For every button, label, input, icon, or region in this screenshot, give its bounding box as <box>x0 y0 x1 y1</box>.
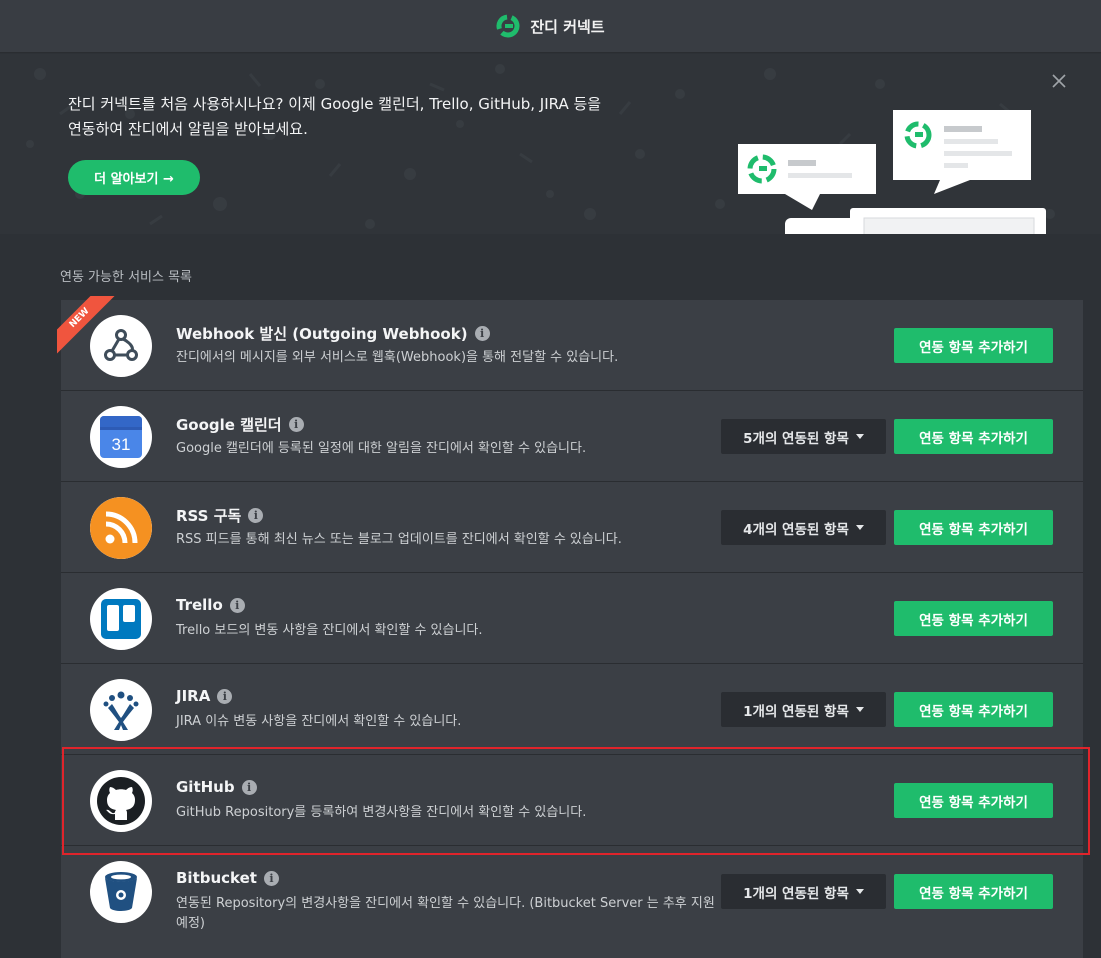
banner-message-line2: 연동하여 잔디에서 알림을 받아보세요. <box>68 120 308 138</box>
service-row-google-calendar: 31 Google 캘린더 i Google 캘린더에 등록된 일정에 대한 알… <box>61 391 1083 482</box>
banner-message: 잔디 커넥트를 처음 사용하시나요? 이제 Google 캘린더, Trello… <box>68 92 688 142</box>
service-name-text: RSS 구독 <box>176 507 242 525</box>
add-integration-button[interactable]: 연동 항목 추가하기 <box>894 601 1053 636</box>
service-description: Google 캘린더에 등록된 일정에 대한 알림을 잔디에서 확인할 수 있습… <box>176 441 587 456</box>
section-title: 연동 가능한 서비스 목록 <box>60 270 192 285</box>
google-calendar-day: 31 <box>112 435 131 454</box>
chevron-down-icon <box>855 525 864 530</box>
top-bar: 잔디 커넥트 <box>0 0 1101 53</box>
service-name: Trello i <box>176 596 245 614</box>
linked-items-label: 1개의 연동된 항목 <box>743 885 849 902</box>
service-name: Google 캘린더 i <box>176 414 304 435</box>
bitbucket-icon <box>90 861 152 923</box>
service-name: GitHub i <box>176 778 257 796</box>
close-icon[interactable] <box>1050 72 1068 90</box>
service-name: Webhook 발신 (Outgoing Webhook) i <box>176 323 490 344</box>
linked-items-dropdown[interactable]: 4개의 연동된 항목 <box>721 510 886 545</box>
service-row-rss: RSS 구독 i RSS 피드를 통해 최신 뉴스 또는 블로그 업데이트를 잔… <box>61 482 1083 573</box>
service-row-webhook: Webhook 발신 (Outgoing Webhook) i 잔디에서의 메시… <box>61 300 1083 391</box>
service-name: Bitbucket i <box>176 869 279 887</box>
linked-items-label: 4개의 연동된 항목 <box>743 521 849 538</box>
chevron-down-icon <box>855 707 864 712</box>
add-integration-button[interactable]: 연동 항목 추가하기 <box>894 510 1053 545</box>
github-icon <box>90 770 152 832</box>
service-description: 연동된 Repository의 변경사항을 잔디에서 확인할 수 있습니다. (… <box>176 896 715 931</box>
service-row-bitbucket: Bitbucket i 연동된 Repository의 변경사항을 잔디에서 확… <box>61 846 1083 958</box>
linked-items-dropdown[interactable]: 5개의 연동된 항목 <box>721 419 886 454</box>
service-description: GitHub Repository를 등록하여 변경사항을 잔디에서 확인할 수… <box>176 805 587 820</box>
service-name-text: Bitbucket <box>176 869 257 887</box>
banner-illustration <box>738 110 1046 234</box>
banner-message-line1: 잔디 커넥트를 처음 사용하시나요? 이제 Google 캘린더, Trello… <box>68 95 602 113</box>
service-name-text: JIRA <box>176 687 211 705</box>
service-description: Trello 보드의 변동 사항을 잔디에서 확인할 수 있습니다. <box>176 623 483 638</box>
service-name-text: Google 캘린더 <box>176 416 282 434</box>
add-integration-button[interactable]: 연동 항목 추가하기 <box>894 692 1053 727</box>
jira-icon <box>90 679 152 741</box>
info-icon[interactable]: i <box>474 326 490 341</box>
linked-items-label: 1개의 연동된 항목 <box>743 703 849 720</box>
service-list: Webhook 발신 (Outgoing Webhook) i 잔디에서의 메시… <box>57 296 1083 958</box>
service-row-jira: JIRA i JIRA 이슈 변동 사항을 잔디에서 확인할 수 있습니다. 1… <box>61 664 1083 755</box>
service-description: RSS 피드를 통해 최신 뉴스 또는 블로그 업데이트를 잔디에서 확인할 수… <box>176 532 622 547</box>
add-integration-button[interactable]: 연동 항목 추가하기 <box>894 874 1053 909</box>
linked-items-dropdown[interactable]: 1개의 연동된 항목 <box>721 692 886 727</box>
new-badge: NEW <box>57 296 117 356</box>
intro-banner: 잔디 커넥트를 처음 사용하시나요? 이제 Google 캘린더, Trello… <box>0 54 1101 234</box>
info-icon[interactable]: i <box>263 870 279 886</box>
info-icon[interactable]: i <box>229 597 245 613</box>
service-row-github: GitHub i GitHub Repository를 등록하여 변경사항을 잔… <box>61 755 1083 846</box>
google-calendar-icon: 31 <box>90 406 152 468</box>
service-row-trello: Trello i Trello 보드의 변동 사항을 잔디에서 확인할 수 있습… <box>61 573 1083 664</box>
service-name-text: GitHub <box>176 778 235 796</box>
add-integration-button[interactable]: 연동 항목 추가하기 <box>894 783 1053 818</box>
page-title: 잔디 커넥트 <box>530 17 605 36</box>
add-integration-button[interactable]: 연동 항목 추가하기 <box>894 328 1053 363</box>
learn-more-button[interactable]: 더 알아보기 → <box>68 160 200 195</box>
add-integration-button[interactable]: 연동 항목 추가하기 <box>894 419 1053 454</box>
service-description: JIRA 이슈 변동 사항을 잔디에서 확인할 수 있습니다. <box>176 714 462 729</box>
trello-icon <box>90 588 152 650</box>
chevron-down-icon <box>855 889 864 894</box>
service-name-text: Webhook 발신 (Outgoing Webhook) <box>176 325 468 343</box>
rss-icon <box>90 497 152 559</box>
service-name: RSS 구독 i <box>176 505 264 526</box>
linked-items-dropdown[interactable]: 1개의 연동된 항목 <box>721 874 886 909</box>
linked-items-label: 5개의 연동된 항목 <box>743 430 849 447</box>
info-icon[interactable]: i <box>217 688 233 704</box>
chevron-down-icon <box>855 434 864 439</box>
info-icon[interactable]: i <box>288 417 304 432</box>
service-name: JIRA i <box>176 687 233 705</box>
info-icon[interactable]: i <box>241 779 257 795</box>
service-name-text: Trello <box>176 596 223 614</box>
info-icon[interactable]: i <box>248 508 264 523</box>
jandi-connect-logo-icon <box>496 14 520 38</box>
service-description: 잔디에서의 메시지를 외부 서비스로 웹훅(Webhook)을 통해 전달할 수… <box>176 350 619 365</box>
new-badge-label: NEW <box>57 296 117 356</box>
